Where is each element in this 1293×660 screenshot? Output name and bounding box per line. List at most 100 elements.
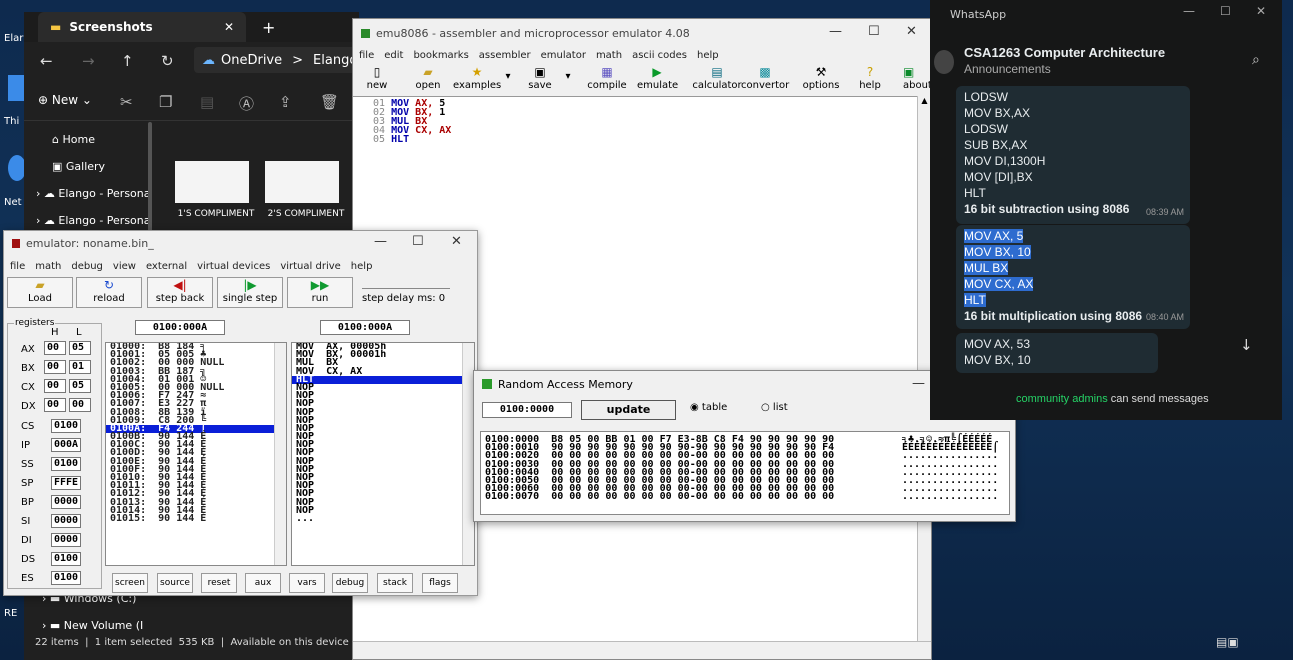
view-toggle-icons[interactable]: ▤▣	[1216, 635, 1250, 651]
disassembly-row[interactable]: NOP	[292, 415, 474, 425]
address-part[interactable]: OneDrive	[221, 53, 282, 68]
sidebar-item-gallery[interactable]: ▣ Gallery	[52, 160, 105, 173]
admins-link[interactable]: community admins	[1016, 393, 1108, 405]
source-button[interactable]: source	[157, 573, 193, 593]
menu-math[interactable]: math	[596, 50, 622, 61]
menu-virtual-drive[interactable]: virtual drive	[280, 261, 340, 272]
compile-button[interactable]: ▦ compile	[587, 65, 627, 91]
menu-assembler[interactable]: assembler	[479, 50, 531, 61]
reg-es[interactable]: 0100	[51, 571, 81, 585]
aux-button[interactable]: aux	[245, 573, 281, 593]
sidebar-item-onedrive[interactable]: › ☁ Elango - Persona	[36, 214, 151, 227]
menu-math[interactable]: math	[35, 261, 61, 272]
reg-di[interactable]: 0000	[51, 533, 81, 547]
scroll-down-icon[interactable]: ↓	[1240, 336, 1258, 354]
convertor-button[interactable]: ▩ convertor	[741, 65, 789, 91]
close-icon[interactable]: ✕	[451, 234, 462, 249]
up-icon[interactable]: ↑	[121, 52, 134, 70]
single-step-button[interactable]: |▶ single step	[217, 277, 283, 308]
reg-cl[interactable]: 05	[69, 379, 91, 393]
options-button[interactable]: ⚒ options	[801, 65, 841, 91]
thumbnail[interactable]	[175, 161, 249, 203]
search-icon[interactable]: ⌕	[1252, 52, 1260, 68]
reg-ah[interactable]: 00	[44, 341, 66, 355]
copy-icon[interactable]: ❐	[159, 93, 172, 111]
new-tab-icon[interactable]: +	[262, 18, 275, 37]
memory-row[interactable]: 01015: 90 144 É	[106, 513, 286, 523]
disassembly-row[interactable]: ...	[292, 513, 474, 523]
reg-al[interactable]: 05	[69, 341, 91, 355]
explorer-tab[interactable]: ▬ Screenshots ✕	[38, 12, 246, 42]
sidebar-item-drive[interactable]: › ▬ New Volume (I	[42, 619, 143, 632]
sidebar-item-home[interactable]: ⌂ Home	[52, 133, 95, 146]
list-radio[interactable]: ○ list	[761, 402, 788, 413]
community-avatar[interactable]	[934, 50, 954, 74]
disassembly-row[interactable]: NOP	[292, 481, 474, 491]
back-icon[interactable]: ←	[40, 52, 53, 70]
sidebar-item-onedrive[interactable]: › ☁ Elango - Persona	[36, 187, 151, 200]
disassembly-row[interactable]: NOP	[292, 489, 474, 499]
delete-icon[interactable]: 🗑	[320, 93, 339, 111]
scrollbar[interactable]	[148, 122, 152, 232]
disassembly-row[interactable]: NOP	[292, 456, 474, 466]
menu-help[interactable]: help	[697, 50, 719, 61]
run-button[interactable]: ▶▶ run	[287, 277, 353, 308]
reg-cs[interactable]: 0100	[51, 419, 81, 433]
screen-button[interactable]: screen	[112, 573, 148, 593]
reg-bh[interactable]: 00	[44, 360, 66, 374]
address-bar[interactable]: ☁ OneDrive > Elango -	[194, 47, 359, 73]
ram-address-input[interactable]: 0100:0000	[482, 402, 572, 418]
desktop-icon-label[interactable]: Thi	[4, 116, 24, 127]
emulate-button[interactable]: ▶ emulate	[637, 65, 678, 91]
about-button[interactable]: ▣ about	[903, 65, 933, 91]
examples-button[interactable]: ★ examples	[453, 65, 501, 91]
memory-scrollbar[interactable]	[274, 343, 286, 565]
maximize-icon[interactable]: ☐	[1220, 4, 1231, 18]
minimize-icon[interactable]: —	[829, 24, 842, 39]
reg-bp[interactable]: 0000	[51, 495, 81, 509]
disassembly-row[interactable]: NOP	[292, 448, 474, 458]
vertical-scrollbar[interactable]: ▲	[917, 96, 931, 641]
disassembly-row[interactable]: NOP	[292, 505, 474, 515]
reg-ch[interactable]: 00	[44, 379, 66, 393]
menu-file[interactable]: file	[10, 261, 25, 272]
close-icon[interactable]: ✕	[1256, 4, 1266, 18]
menu-edit[interactable]: edit	[384, 50, 403, 61]
disassembly-row[interactable]: NOP	[292, 472, 474, 482]
minimize-icon[interactable]: —	[912, 376, 925, 391]
reg-sp[interactable]: FFFE	[51, 476, 81, 490]
thumbnail[interactable]	[265, 161, 339, 203]
calculator-button[interactable]: ▤ calculator	[689, 65, 745, 91]
menu-help[interactable]: help	[351, 261, 373, 272]
disassembly-row[interactable]: NOP	[292, 407, 474, 417]
open-button[interactable]: ▰ open	[413, 65, 443, 91]
help-button[interactable]: ? help	[857, 65, 883, 91]
disassembly-row[interactable]: NOP	[292, 391, 474, 401]
file-label[interactable]: 2'S COMPLIMENT	[266, 209, 346, 219]
menu-bookmarks[interactable]: bookmarks	[413, 50, 468, 61]
save-button[interactable]: ▣ save	[527, 65, 553, 91]
menu-virtual-devices[interactable]: virtual devices	[197, 261, 270, 272]
ram-table[interactable]: 0100:0000 B8 05 00 BB 01 00 F7 E3-8B C8 …	[480, 431, 1010, 515]
disassembly-row[interactable]: MOV CX, AX	[292, 366, 474, 376]
maximize-icon[interactable]: ☐	[412, 234, 424, 249]
reg-si[interactable]: 0000	[51, 514, 81, 528]
minimize-icon[interactable]: —	[374, 234, 387, 249]
rename-icon[interactable]: Ⓐ	[239, 93, 254, 114]
message-bubble[interactable]: LODSW MOV BX,AX LODSW SUB BX,AX MOV DI,1300H…	[956, 86, 1190, 224]
menu-file[interactable]: file	[359, 50, 374, 61]
share-icon[interactable]: ⇪	[279, 93, 292, 111]
close-icon[interactable]: ✕	[906, 24, 917, 39]
disasm-address-input[interactable]: 0100:000A	[320, 320, 410, 335]
paste-icon[interactable]: ▤	[200, 93, 214, 111]
maximize-icon[interactable]: ☐	[868, 24, 880, 39]
disassembly-row[interactable]: NOP	[292, 423, 474, 433]
desktop-icon-label[interactable]: RE	[4, 608, 24, 619]
vars-button[interactable]: vars	[289, 573, 325, 593]
debug-button[interactable]: debug	[332, 573, 368, 593]
horizontal-scrollbar[interactable]	[353, 641, 931, 655]
desktop-icon-label[interactable]: Net	[4, 197, 24, 208]
menu-ascii[interactable]: ascii codes	[632, 50, 687, 61]
memory-address-input[interactable]: 0100:000A	[135, 320, 225, 335]
new-button[interactable]: ▯ new	[365, 65, 389, 91]
